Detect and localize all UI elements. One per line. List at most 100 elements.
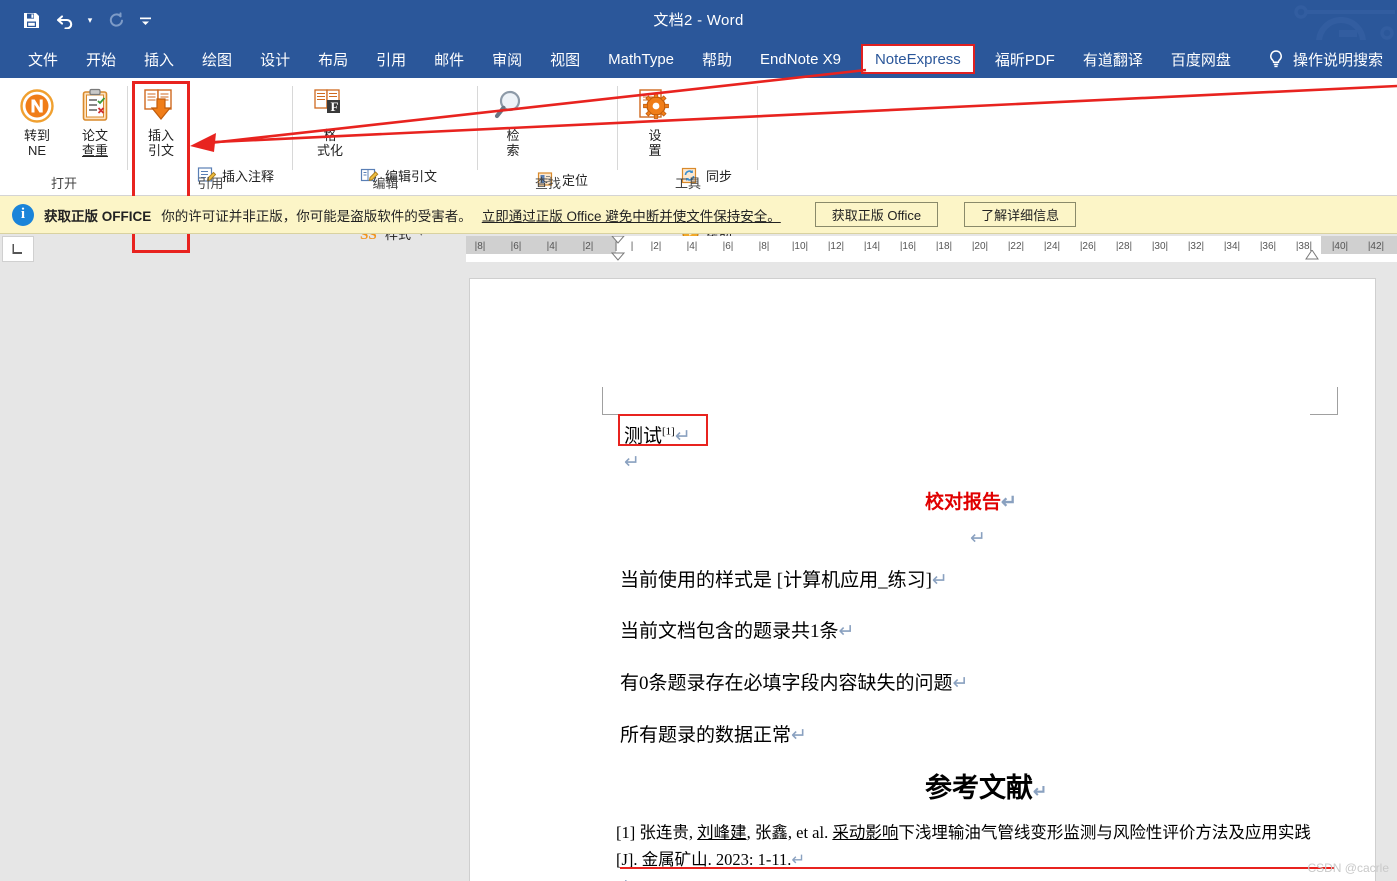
horizontal-ruler[interactable]: |8| |6| |4| |2| | | |2| |4| |6| |8| |10| |12| |… — [466, 236, 1397, 262]
license-notification-bar: i 获取正版 OFFICE 你的许可证并非正版，你可能是盗版软件的受害者。 立即… — [0, 196, 1397, 234]
paragraph-references-heading: 参考文献↵ — [925, 766, 1047, 805]
csdn-watermark: CSDN @cacrle — [1307, 861, 1389, 875]
svg-text:|18|: |18| — [936, 241, 952, 252]
notification-link[interactable]: 立即通过正版 Office 避免中断并使文件保持安全。 — [482, 205, 781, 225]
tab-baidu-netdisk[interactable]: 百度网盘 — [1157, 40, 1245, 78]
get-genuine-office-button[interactable]: 获取正版 Office — [814, 202, 939, 227]
document-title: 文档2 - Word — [653, 12, 744, 29]
thesis-check-label-line1: 论文 — [81, 128, 108, 143]
learn-more-button[interactable]: 了解详细信息 — [964, 202, 1077, 227]
ribbon-group-citation: 插入 引文 插入注释 插入笔记 引用 — [128, 78, 293, 213]
tab-view[interactable]: 视图 — [536, 40, 594, 78]
first-line-indent-marker[interactable] — [611, 236, 625, 262]
search-button[interactable]: 检 索 — [484, 84, 542, 158]
thesis-check-label-line2: 查重 — [81, 143, 108, 158]
insert-citation-label-line2: 引文 — [147, 143, 174, 158]
svg-text:|6|: |6| — [511, 241, 522, 252]
reference-author-link-1[interactable]: 刘峰建 — [697, 823, 747, 842]
lightbulb-icon — [1267, 49, 1285, 69]
right-indent-marker[interactable] — [1305, 250, 1319, 262]
svg-text:|32|: |32| — [1188, 241, 1204, 252]
tab-draw[interactable]: 绘图 — [188, 40, 246, 78]
svg-text:|6|: |6| — [723, 241, 734, 252]
svg-text:|: | — [631, 241, 634, 252]
ribbon-group-tools: 设 置 同步 窗口 ? 帮助 工具 — [618, 78, 758, 242]
ribbon-group-edit: F 格 式化 编辑引文 去除格式化 SS — [293, 78, 478, 243]
annotation-box-test-paragraph — [618, 414, 708, 446]
notification-text: 你的许可证并非正版，你可能是盗版软件的受害者。 — [161, 208, 472, 224]
svg-text:F: F — [331, 99, 339, 114]
svg-text:|4|: |4| — [687, 241, 698, 252]
pilcrow-mark: ↵ — [1001, 492, 1017, 513]
format-icon: F — [301, 84, 359, 128]
svg-text:|8|: |8| — [475, 241, 486, 252]
search-label-line2: 索 — [506, 143, 520, 158]
paragraph-empty-3: ↵ — [616, 875, 629, 881]
pilcrow-mark: ↵ — [931, 570, 948, 591]
search-magnifier-icon — [484, 84, 542, 128]
svg-text:|4|: |4| — [547, 241, 558, 252]
group-divider — [757, 86, 758, 170]
document-page[interactable]: 测试[1]↵ ↵ 校对报告↵ ↵ 当前使用的样式是 [计算机应用_练习]↵ 当前… — [470, 279, 1375, 881]
settings-button[interactable]: 设 置 — [626, 84, 684, 158]
paragraph-empty-1: ↵ — [624, 452, 640, 473]
tab-design[interactable]: 设计 — [246, 40, 304, 78]
svg-text:|14|: |14| — [864, 241, 880, 252]
paragraph-current-style: 当前使用的样式是 [计算机应用_练习]↵ — [620, 565, 948, 592]
tab-help[interactable]: 帮助 — [688, 40, 746, 78]
current-style-text: 当前使用的样式是 [计算机应用_练习] — [620, 570, 932, 591]
ribbon-group-find: 检 索 定位 查找 查找 — [478, 78, 618, 217]
tab-stop-selector[interactable] — [2, 236, 34, 262]
ribbon: 转到 NE 论文 查重 打开 插入 引文 插入注释 引用 F 格 式化 编辑引文… — [0, 78, 1397, 253]
thesis-check-button[interactable]: 论文 查重 — [66, 84, 124, 158]
insert-citation-button[interactable]: 插入 引文 — [132, 84, 190, 158]
paragraph-missing-fields: 有0条题录存在必填字段内容缺失的问题↵ — [620, 668, 968, 695]
format-label-line1: 格 — [323, 128, 337, 143]
tab-insert[interactable]: 插入 — [130, 40, 188, 78]
text-boundary-mark-top-left — [602, 387, 630, 415]
record-count-text: 当前文档包含的题录共1条 — [620, 621, 839, 642]
tab-home[interactable]: 开始 — [72, 40, 130, 78]
tab-references[interactable]: 引用 — [362, 40, 420, 78]
settings-gear-icon — [626, 84, 684, 128]
ribbon-group-find-title: 查找 — [534, 176, 561, 191]
tab-mailings[interactable]: 邮件 — [420, 40, 478, 78]
ruler-tick-marks: |8| |6| |4| |2| | | |2| |4| |6| |8| |10| |12| |… — [475, 241, 1385, 252]
tab-review[interactable]: 审阅 — [478, 40, 536, 78]
tell-me-search[interactable]: 操作说明搜索 — [1267, 40, 1383, 78]
tab-noteexpress[interactable]: NoteExpress — [860, 44, 975, 74]
tab-youdao-translate[interactable]: 有道翻译 — [1069, 40, 1157, 78]
paragraph-empty-2: ↵ — [970, 528, 986, 549]
clipboard-check-icon — [66, 84, 124, 128]
svg-text:|10|: |10| — [792, 241, 808, 252]
svg-text:|42|: |42| — [1368, 241, 1384, 252]
tab-file[interactable]: 文件 — [14, 40, 72, 78]
ribbon-tab-strip: 文件 开始 插入 绘图 设计 布局 引用 邮件 审阅 视图 MathType 帮… — [0, 40, 1397, 78]
format-button[interactable]: F 格 式化 — [301, 84, 359, 158]
insert-citation-icon — [132, 84, 190, 128]
tab-foxit-pdf[interactable]: 福昕PDF — [981, 40, 1069, 78]
svg-text:|34|: |34| — [1224, 241, 1240, 252]
svg-text:|16|: |16| — [900, 241, 916, 252]
svg-text:|8|: |8| — [759, 241, 770, 252]
svg-text:|36|: |36| — [1260, 241, 1276, 252]
svg-text:|30|: |30| — [1152, 241, 1168, 252]
reference-entry: [1] 张连贵, 刘峰建, 张鑫, et al. 采动影响下浅埋输油气管线变形监… — [616, 819, 1326, 874]
tab-endnote-x9[interactable]: EndNote X9 — [746, 40, 855, 78]
tab-mathtype[interactable]: MathType — [594, 40, 688, 78]
tell-me-label: 操作说明搜索 — [1292, 51, 1383, 69]
svg-text:|40|: |40| — [1332, 241, 1348, 252]
reference-keyword-link[interactable]: 采动影响 — [832, 823, 898, 842]
goto-ne-button[interactable]: 转到 NE — [8, 84, 66, 158]
reference-prefix: [1] 张连贵, — [616, 823, 698, 842]
svg-text:|24|: |24| — [1044, 241, 1060, 252]
goto-ne-label-line1: 转到 — [23, 128, 50, 143]
tab-layout[interactable]: 布局 — [304, 40, 362, 78]
report-title-text: 校对报告 — [925, 491, 1002, 513]
title-bar: ▾ 文档2 - Word — [0, 0, 1397, 40]
svg-text:|12|: |12| — [828, 241, 844, 252]
ribbon-group-open-title: 打开 — [50, 176, 77, 191]
pilcrow-mark: ↵ — [1033, 782, 1048, 801]
decorative-watermark — [1277, 0, 1397, 40]
ribbon-group-citation-title: 引用 — [197, 176, 224, 191]
